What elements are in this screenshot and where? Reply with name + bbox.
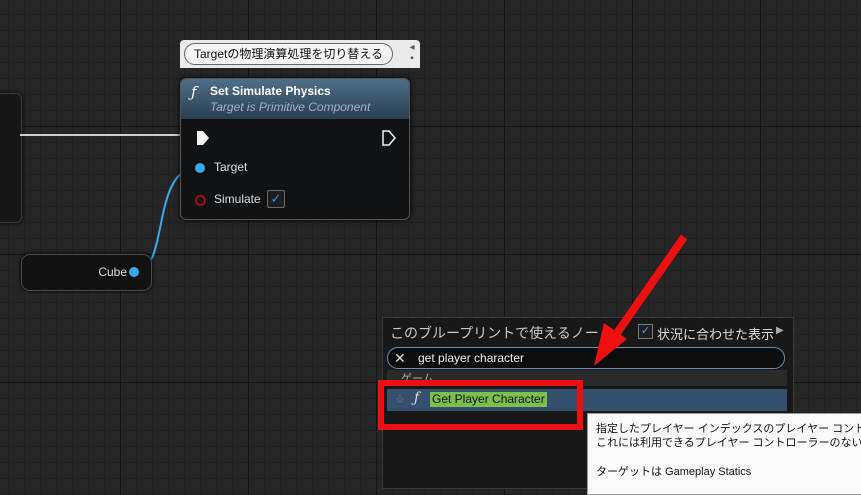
annotation-arrow-shaft xyxy=(611,234,688,339)
annotation-arrow xyxy=(594,234,688,366)
